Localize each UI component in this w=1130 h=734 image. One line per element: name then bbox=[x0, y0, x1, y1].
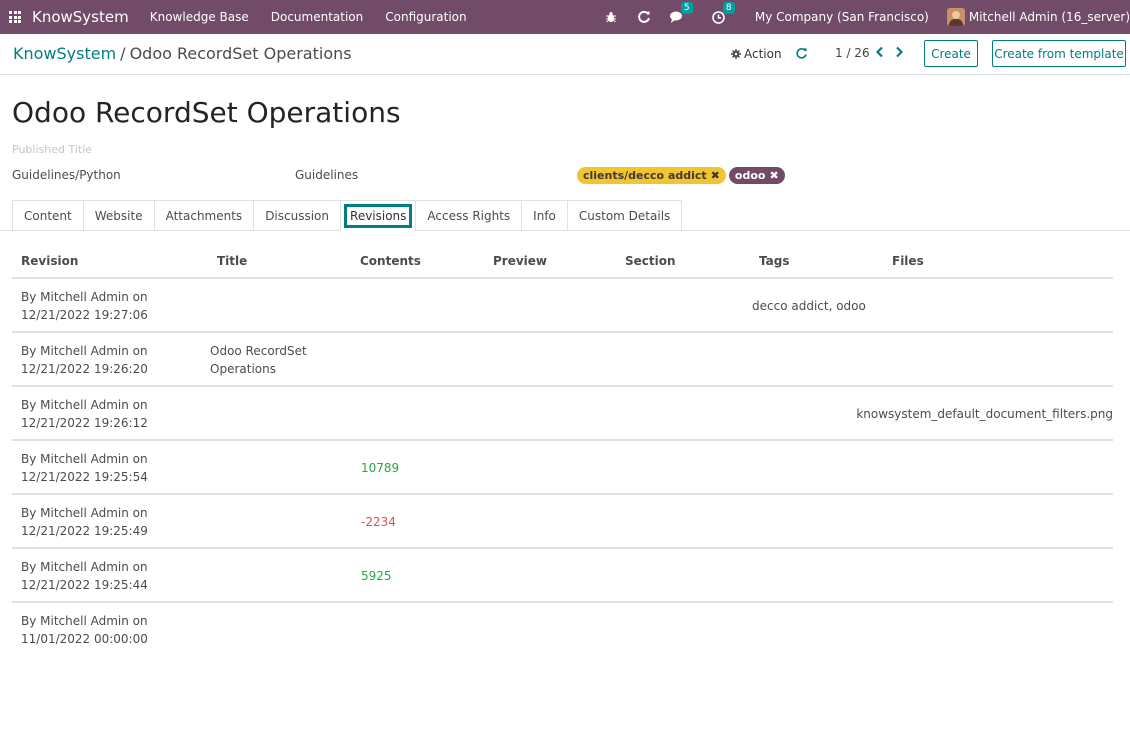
tag-chip[interactable]: clients/decco addict ✖ bbox=[577, 167, 726, 184]
chevron-left-icon[interactable] bbox=[875, 46, 885, 58]
debug-bug-icon[interactable] bbox=[603, 9, 619, 25]
column-header-tags[interactable]: Tags bbox=[759, 254, 789, 268]
refresh-icon[interactable] bbox=[795, 47, 808, 60]
tag-label: clients/decco addict bbox=[583, 169, 707, 182]
breadcrumb-current: Odoo RecordSet Operations bbox=[129, 44, 352, 63]
tab-info[interactable]: Info bbox=[521, 200, 567, 231]
breadcrumb-separator: / bbox=[120, 44, 126, 63]
column-header-revision[interactable]: Revision bbox=[21, 254, 78, 268]
table-row[interactable]: By Mitchell Admin on 12/21/2022 19:26:12… bbox=[12, 387, 1113, 441]
contents-diff-cell: 10789 bbox=[361, 461, 400, 475]
tab-discussion[interactable]: Discussion bbox=[253, 200, 341, 231]
activities-clock-icon[interactable]: 8 bbox=[711, 2, 735, 25]
user-menu[interactable]: Mitchell Admin (16_server) bbox=[969, 10, 1130, 24]
systray: 5 8 My Company (San Francisco) Mitchell … bbox=[603, 0, 1130, 34]
table-row[interactable]: By Mitchell Admin on 12/21/2022 19:25:54… bbox=[12, 441, 1113, 495]
apps-menu-icon[interactable] bbox=[9, 11, 21, 23]
table-row[interactable]: By Mitchell Admin on 11/01/2022 00:00:00 bbox=[12, 603, 1113, 657]
revision-cell: By Mitchell Admin on 12/21/2022 19:26:20 bbox=[21, 344, 148, 376]
revision-cell: By Mitchell Admin on 11/01/2022 00:00:00 bbox=[21, 614, 148, 646]
tab-revisions[interactable]: Revisions bbox=[340, 200, 416, 231]
document-title[interactable]: Odoo RecordSet Operations bbox=[12, 96, 401, 129]
notebook-tabs: Content Website Attachments Discussion R… bbox=[12, 200, 683, 231]
column-header-contents[interactable]: Contents bbox=[360, 254, 421, 268]
type-field[interactable]: Guidelines bbox=[295, 168, 358, 182]
gear-icon bbox=[731, 49, 741, 59]
tags-field: clients/decco addict ✖ odoo ✖ bbox=[577, 167, 785, 184]
table-row[interactable]: By Mitchell Admin on 12/21/2022 19:26:20… bbox=[12, 333, 1113, 387]
tab-content[interactable]: Content bbox=[12, 200, 83, 231]
column-header-title[interactable]: Title bbox=[217, 254, 247, 268]
contents-diff-cell: 5925 bbox=[361, 569, 392, 583]
main-menu: Knowledge Base Documentation Configurati… bbox=[139, 10, 478, 24]
title-cell: Odoo RecordSet Operations bbox=[210, 344, 307, 376]
section-field[interactable]: Guidelines/Python bbox=[12, 168, 121, 182]
contents-diff-cell: -2234 bbox=[361, 515, 396, 529]
action-label: Action bbox=[744, 47, 782, 61]
action-menu-button[interactable]: Action bbox=[731, 47, 782, 61]
table-header: Revision Title Contents Preview Section … bbox=[12, 245, 1113, 279]
control-panel: KnowSystem / Odoo RecordSet Operations Act… bbox=[0, 34, 1130, 75]
pager-value[interactable]: 1 / 26 bbox=[835, 46, 870, 60]
create-button[interactable]: Create bbox=[924, 40, 978, 67]
revision-cell: By Mitchell Admin on 12/21/2022 19:25:44 bbox=[21, 560, 148, 592]
top-navbar: KnowSystem Knowledge Base Documentation … bbox=[0, 0, 1130, 34]
column-header-preview[interactable]: Preview bbox=[493, 254, 547, 268]
remove-tag-icon[interactable]: ✖ bbox=[769, 169, 778, 182]
tag-chip[interactable]: odoo ✖ bbox=[728, 167, 785, 184]
tab-revisions-label: Revisions bbox=[344, 203, 413, 228]
app-brand[interactable]: KnowSystem bbox=[32, 8, 129, 26]
table-row[interactable]: By Mitchell Admin on 12/21/2022 19:27:06… bbox=[12, 279, 1113, 333]
messages-badge: 5 bbox=[680, 2, 693, 14]
tab-custom-details[interactable]: Custom Details bbox=[566, 200, 683, 231]
breadcrumb-parent[interactable]: KnowSystem bbox=[13, 44, 116, 63]
tab-website[interactable]: Website bbox=[82, 200, 154, 231]
published-title-input[interactable]: Published Title bbox=[12, 143, 92, 156]
create-from-template-button[interactable]: Create from template bbox=[992, 40, 1126, 67]
table-row[interactable]: By Mitchell Admin on 12/21/2022 19:25:44… bbox=[12, 549, 1113, 603]
menu-documentation[interactable]: Documentation bbox=[260, 10, 375, 24]
tags-cell: decco addict, odoo bbox=[752, 299, 866, 313]
table-row[interactable]: By Mitchell Admin on 12/21/2022 19:25:49… bbox=[12, 495, 1113, 549]
breadcrumb: KnowSystem / Odoo RecordSet Operations bbox=[13, 44, 352, 63]
activities-badge: 8 bbox=[722, 2, 735, 14]
company-switcher[interactable]: My Company (San Francisco) bbox=[755, 10, 929, 24]
tab-access-rights[interactable]: Access Rights bbox=[415, 200, 522, 231]
column-header-section[interactable]: Section bbox=[625, 254, 676, 268]
discuss-refresh-icon[interactable] bbox=[636, 9, 652, 25]
revision-cell: By Mitchell Admin on 12/21/2022 19:26:12 bbox=[21, 398, 148, 430]
user-avatar[interactable] bbox=[946, 8, 965, 26]
menu-configuration[interactable]: Configuration bbox=[374, 10, 477, 24]
revisions-table: Revision Title Contents Preview Section … bbox=[12, 245, 1113, 657]
messages-icon[interactable]: 5 bbox=[669, 2, 693, 25]
remove-tag-icon[interactable]: ✖ bbox=[711, 169, 720, 182]
revision-cell: By Mitchell Admin on 12/21/2022 19:27:06 bbox=[21, 290, 148, 322]
menu-knowledge-base[interactable]: Knowledge Base bbox=[139, 10, 260, 24]
revision-cell: By Mitchell Admin on 12/21/2022 19:25:54 bbox=[21, 452, 148, 484]
column-header-files[interactable]: Files bbox=[892, 254, 924, 268]
tab-attachments[interactable]: Attachments bbox=[153, 200, 254, 231]
revision-cell: By Mitchell Admin on 12/21/2022 19:25:49 bbox=[21, 506, 148, 538]
tag-label: odoo bbox=[734, 169, 766, 182]
chevron-right-icon[interactable] bbox=[894, 46, 904, 58]
files-cell: knowsystem_default_document_filters.png bbox=[856, 407, 1113, 421]
